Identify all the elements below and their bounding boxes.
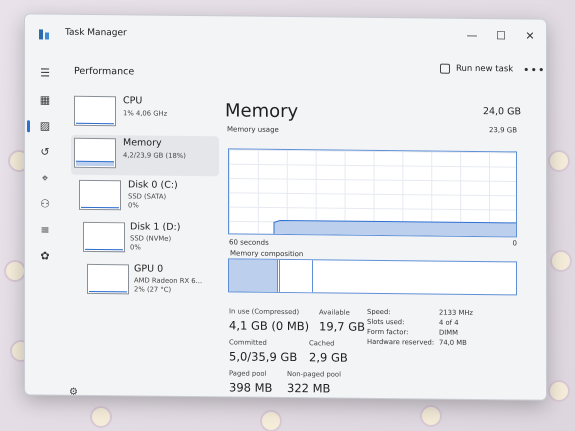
device-usage: 2% (27 °C) [134, 285, 172, 294]
minimize-button[interactable]: — [460, 29, 484, 42]
device-detail: AMD Radeon RX 6... [134, 276, 203, 286]
users-icon[interactable]: ⚇ [36, 196, 54, 212]
nonpaged-pool-value: 322 MB [287, 381, 331, 396]
run-new-task-label: Run new task [456, 63, 514, 75]
window-title: Task Manager [65, 27, 127, 39]
device-item-memory[interactable]: Memory 4,2/23,9 GB (18%) [71, 134, 219, 177]
performance-icon[interactable]: ▨ [36, 118, 54, 134]
time-span-label: 60 seconds [229, 238, 269, 247]
available-label: Available [319, 308, 350, 317]
memory-thumb-fill [76, 160, 114, 167]
memory-composition-label: Memory composition [230, 249, 304, 259]
cpu-thumbnail-graph [74, 95, 116, 127]
in-use-label: In use (Compressed) [229, 307, 300, 317]
memory-usage-label: Memory usage [227, 125, 279, 134]
device-usage: 0% [130, 243, 141, 252]
device-name: CPU [123, 95, 143, 107]
nonpaged-pool-label: Non-paged pool [287, 370, 341, 379]
startup-icon[interactable]: ⌖ [36, 170, 54, 186]
device-name: Disk 1 (D:) [130, 221, 181, 233]
device-item-disk0[interactable]: Disk 0 (C:) SSD (SATA) 0% [71, 177, 219, 219]
history-icon[interactable]: ↺ [36, 144, 54, 160]
run-task-icon [440, 63, 450, 74]
sidebar-nav: ☰ ▦ ▨ ↺ ⌖ ⚇ ≡ ✿ [25, 52, 67, 394]
hamburger-icon[interactable]: ☰ [36, 65, 54, 81]
maximize-button[interactable]: ☐ [489, 29, 513, 42]
details-icon[interactable]: ≡ [36, 222, 54, 238]
composition-in-use [229, 259, 278, 292]
memory-composition-bar [228, 258, 517, 296]
paged-pool-label: Paged pool [229, 369, 267, 378]
hardware-reserved-value: 74,0 MB [439, 338, 467, 347]
slots-value: 4 of 4 [439, 318, 459, 327]
committed-label: Committed [229, 338, 267, 347]
committed-value: 5,0/35,9 GB [229, 349, 298, 365]
services-icon[interactable]: ✿ [36, 248, 54, 264]
task-manager-app-icon [39, 29, 51, 39]
memory-total: 24,0 GB [482, 106, 521, 118]
device-usage: 0% [128, 201, 139, 210]
form-factor-key: Form factor: [367, 327, 409, 337]
device-list: CPU 1% 4,06 GHz Memory 4,2/23,9 GB (18%)… [71, 93, 219, 295]
device-detail: SSD (NVMe) [130, 234, 172, 243]
memory-thumbnail-graph [74, 137, 116, 169]
close-button[interactable]: ✕ [518, 29, 542, 43]
memory-panel: Memory 24,0 GB Memory usage 23,9 GB 60 s… [225, 92, 541, 395]
available-value: 19,7 GB [319, 319, 366, 334]
cached-value: 2,9 GB [309, 350, 348, 365]
page-title: Performance [74, 65, 135, 78]
device-item-gpu0[interactable]: GPU 0 AMD Radeon RX 6... 2% (27 °C) [71, 261, 219, 303]
cpu-thumb-fill [76, 122, 114, 125]
composition-standby [280, 259, 313, 293]
in-use-value: 4,1 GB (0 MB) [229, 318, 310, 334]
title-bar[interactable]: Task Manager — ☐ ✕ [25, 14, 546, 57]
memory-usage-graph [228, 148, 517, 238]
task-manager-window: Task Manager — ☐ ✕ ☰ ▦ ▨ ↺ ⌖ ⚇ ≡ ✿ ⚙ Per… [24, 13, 547, 401]
device-item-cpu[interactable]: CPU 1% 4,06 GHz [71, 93, 219, 135]
disk0-thumb-fill [81, 206, 119, 209]
device-name: GPU 0 [134, 263, 164, 275]
device-detail: 4,2/23,9 GB (18%) [123, 151, 186, 160]
memory-usage-area [273, 219, 517, 238]
device-detail: SSD (SATA) [128, 192, 167, 201]
form-factor-value: DIMM [439, 328, 458, 337]
device-name: Disk 0 (C:) [128, 179, 178, 191]
processes-icon[interactable]: ▦ [36, 92, 54, 108]
memory-heading: Memory [225, 100, 299, 123]
disk1-thumbnail-graph [83, 221, 125, 253]
slots-key: Slots used: [367, 317, 405, 327]
device-item-disk1[interactable]: Disk 1 (D:) SSD (NVMe) 0% [71, 219, 219, 261]
hardware-reserved-key: Hardware reserved: [367, 337, 435, 347]
run-new-task-button[interactable]: Run new task [440, 63, 514, 75]
memory-usage-series [273, 219, 517, 238]
gpu0-thumbnail-graph [87, 263, 129, 295]
memory-usage-max: 23,9 GB [488, 126, 517, 135]
graph-zero-label: 0 [512, 239, 517, 248]
cached-label: Cached [309, 339, 335, 348]
more-options-button[interactable]: ••• [523, 63, 545, 76]
disk0-thumbnail-graph [79, 179, 121, 211]
speed-value: 2133 MHz [439, 308, 474, 317]
device-name: Memory [123, 137, 162, 149]
paged-pool-value: 398 MB [229, 380, 273, 395]
gpu0-thumb-fill [89, 290, 127, 293]
device-detail: 1% 4,06 GHz [123, 109, 168, 118]
speed-key: Speed: [367, 307, 391, 317]
disk1-thumb-fill [85, 248, 123, 251]
